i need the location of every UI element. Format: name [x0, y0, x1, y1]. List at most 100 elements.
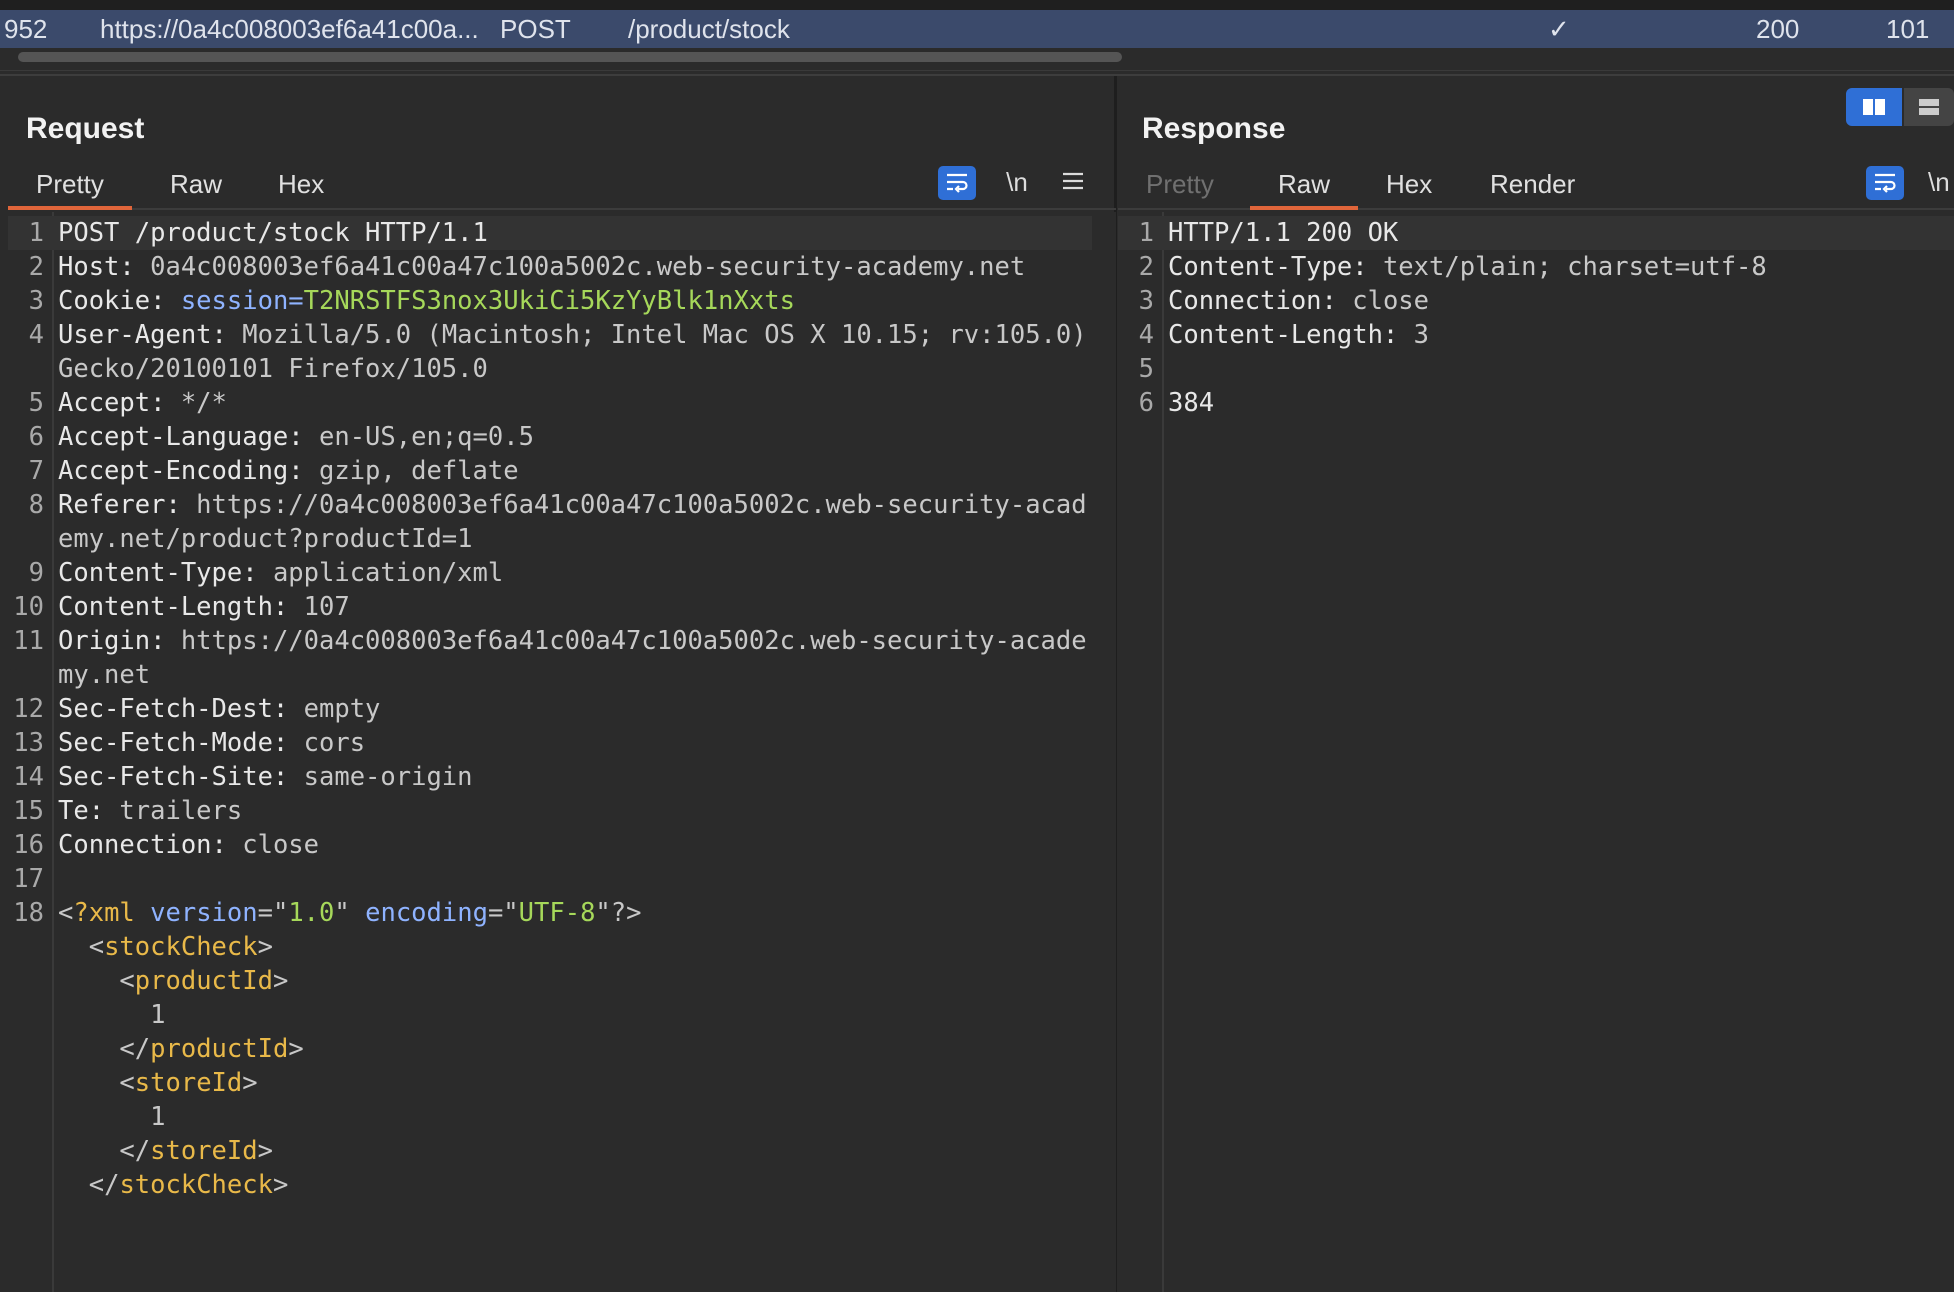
token: en-US,en;q=0.5 — [319, 422, 534, 452]
tab-raw[interactable]: Raw — [142, 162, 250, 206]
line-number: 15 — [13, 796, 44, 826]
request-title: Request — [26, 112, 145, 145]
line-text: Sec-Fetch-Dest: empty — [58, 692, 1092, 726]
response-editor[interactable]: 1 HTTP/1.1 200 OK 2 Content-Type: text/plai… — [1118, 212, 1954, 1292]
token: > — [242, 1068, 258, 1098]
request-editor[interactable]: 1 POST /product/stock HTTP/1.1 2 Host: 0a4c… — [8, 212, 1116, 1292]
token: Sec-Fetch-Site: — [58, 762, 304, 792]
code-line: </storeId> — [8, 1134, 1092, 1168]
token: 1.0 — [288, 898, 335, 928]
line-text: Referer: https://0a4c008003ef6a41c00a47c… — [58, 488, 1092, 556]
token: > — [288, 1034, 304, 1064]
hamburger-menu-icon[interactable] — [1058, 162, 1088, 202]
code-line: 7 Accept-Encoding: gzip, deflate — [8, 454, 1092, 488]
token: Host: — [58, 252, 151, 282]
line-number: 8 — [28, 490, 44, 520]
response-title: Response — [1142, 112, 1286, 145]
token: Content-Type: — [58, 558, 273, 588]
word-wrap-icon[interactable] — [1866, 166, 1904, 200]
token: > — [272, 1170, 289, 1200]
line-text: 1 — [58, 998, 1092, 1032]
token: encoding — [365, 898, 488, 928]
token: session= — [180, 286, 304, 316]
tab-hex[interactable]: Hex — [1358, 162, 1460, 206]
history-table-top — [0, 0, 1954, 10]
line-text: <stockCheck> — [58, 930, 1092, 964]
history-row-selected[interactable]: 952 https://0a4c008003ef6a41c00a... POST… — [0, 10, 1954, 48]
token: POST /product/stock HTTP/1.1 — [58, 218, 488, 248]
code-line: 1 HTTP/1.1 200 OK — [1118, 216, 1954, 250]
token: < — [58, 932, 105, 962]
code-line: 12 Sec-Fetch-Dest: empty — [8, 692, 1092, 726]
newline-toggle-button[interactable]: \n — [1000, 162, 1034, 202]
token: 1 — [58, 1102, 166, 1132]
split-rows-icon[interactable] — [1904, 88, 1954, 126]
token: </ — [58, 1034, 151, 1064]
token: Referer: — [58, 490, 197, 520]
tab-hex[interactable]: Hex — [250, 162, 352, 206]
token: T2NRSTFS3nox3UkiCi5KzYyBlk1nXxts — [303, 286, 795, 316]
token: " — [334, 898, 366, 928]
token: Origin: — [58, 626, 181, 656]
token: </ — [58, 1170, 120, 1200]
line-number: 2 — [28, 252, 44, 282]
line-text: Origin: https://0a4c008003ef6a41c00a47c1… — [58, 624, 1092, 692]
tab-pretty[interactable]: Pretty — [8, 162, 132, 210]
line-text: Te: trailers — [58, 794, 1092, 828]
code-line: 18 <?xml version="1.0" encoding="UTF-8"?> — [8, 896, 1092, 930]
token: "?> — [595, 898, 642, 928]
line-text: Connection: close — [1168, 284, 1954, 318]
code-line: 6 384 — [1118, 386, 1954, 420]
line-number: 2 — [1138, 252, 1154, 282]
line-number: 4 — [28, 320, 44, 350]
token: productId — [150, 1034, 289, 1064]
code-line: 3 Cookie: session=T2NRSTFS3nox3UkiCi5KzYy… — [8, 284, 1092, 318]
line-text: Cookie: session=T2NRSTFS3nox3UkiCi5KzYyB… — [58, 284, 1092, 318]
token: =" — [257, 898, 289, 928]
token: 0a4c008003ef6a41c00a47c100a5002c.web-sec… — [150, 252, 1026, 282]
line-text: Accept-Encoding: gzip, deflate — [58, 454, 1092, 488]
history-row-length: 101 — [1886, 14, 1930, 44]
token: Accept: — [58, 388, 181, 418]
code-line: 2 Host: 0a4c008003ef6a41c00a47c100a5002c.… — [8, 250, 1092, 284]
token: UTF-8 — [518, 898, 596, 928]
token: application/xml — [272, 558, 504, 588]
split-columns-icon[interactable] — [1846, 88, 1902, 126]
token: */* — [180, 388, 227, 418]
token: < — [58, 1068, 135, 1098]
token: productId — [134, 966, 273, 996]
token: stockCheck — [119, 1170, 273, 1200]
token: Content-Length: — [1168, 320, 1414, 350]
token: Content-Length: — [58, 592, 304, 622]
token: 384 — [1168, 388, 1215, 418]
token: https://0a4c008003ef6a41c00a47c100a5002c… — [58, 626, 1087, 690]
code-line: 3 Connection: close — [1118, 284, 1954, 318]
token: > — [257, 932, 273, 962]
line-text: Accept: */* — [58, 386, 1092, 420]
word-wrap-icon[interactable] — [938, 166, 976, 200]
line-number: 17 — [13, 864, 44, 894]
code-line: 9 Content-Type: application/xml — [8, 556, 1092, 590]
line-text: <productId> — [58, 964, 1092, 998]
tab-raw[interactable]: Raw — [1250, 162, 1359, 210]
token: Content-Type: — [1168, 252, 1383, 282]
newline-toggle-button[interactable]: \n — [1928, 162, 1954, 202]
token: 107 — [303, 592, 350, 622]
token: Cookie: — [58, 286, 181, 316]
line-number: 11 — [13, 626, 44, 656]
token: =" — [487, 898, 519, 928]
response-pane: Response Pretty Raw Hex Render \n 1 HTTP/… — [1118, 76, 1954, 1292]
line-text: <storeId> — [58, 1066, 1092, 1100]
tab-render[interactable]: Render — [1462, 162, 1603, 206]
line-text: Sec-Fetch-Mode: cors — [58, 726, 1092, 760]
line-text: 384 — [1168, 386, 1954, 420]
line-number: 5 — [1138, 354, 1154, 384]
code-line: 6 Accept-Language: en-US,en;q=0.5 — [8, 420, 1092, 454]
code-line: 2 Content-Type: text/plain; charset=utf-8 — [1118, 250, 1954, 284]
token: Sec-Fetch-Dest: — [58, 694, 304, 724]
horizontal-scrollbar-thumb[interactable] — [18, 52, 1122, 62]
code-line: 4 Content-Length: 3 — [1118, 318, 1954, 352]
code-line: 10 Content-Length: 107 — [8, 590, 1092, 624]
line-number: 9 — [28, 558, 44, 588]
code-line: 17 — [8, 862, 1092, 896]
